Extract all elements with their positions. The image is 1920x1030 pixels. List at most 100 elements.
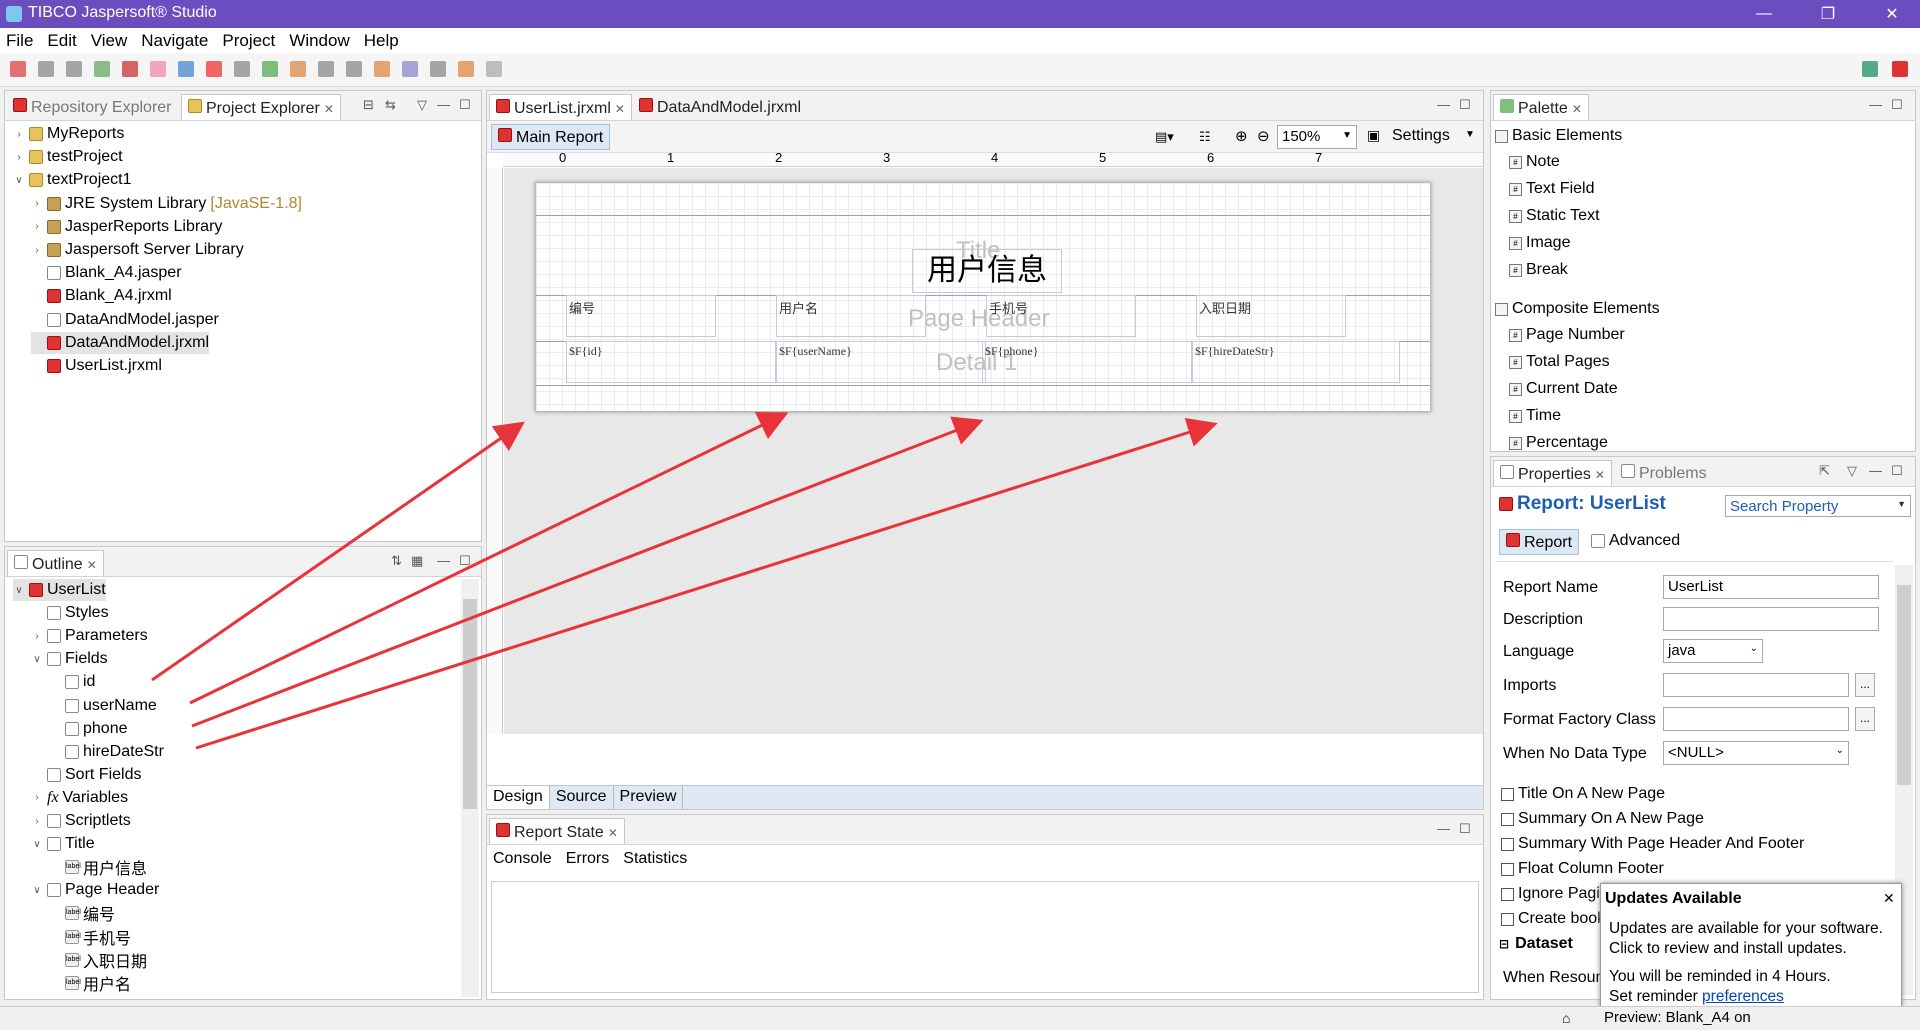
zoom-out-icon[interactable]: ⊖ [1257, 127, 1270, 145]
tree-item[interactable]: label 用户信息 [49, 856, 147, 878]
menu-help[interactable]: Help [364, 31, 399, 51]
preferences-link[interactable]: preferences [1702, 988, 1784, 1005]
toolbar-icon[interactable] [262, 61, 278, 77]
outline-scrollbar[interactable] [461, 579, 479, 997]
tree-item[interactable]: Sort Fields [31, 764, 141, 786]
minimize-icon[interactable]: — [1736, 0, 1792, 28]
tree-item[interactable]: UserList.jrxml [31, 355, 162, 377]
chevron-right-icon[interactable]: › [13, 129, 25, 140]
checkbox[interactable] [1501, 887, 1514, 901]
chevron-down-icon[interactable]: ∨ [13, 175, 25, 186]
toolbar-icon[interactable] [402, 61, 418, 77]
tab-problems[interactable]: Problems [1615, 460, 1713, 486]
tree-item[interactable]: Blank_A4.jrxml [31, 285, 172, 307]
outline-mode-icon[interactable]: ▦ [411, 553, 423, 569]
browse-button[interactable]: ... [1855, 673, 1875, 697]
toolbar-icon[interactable] [178, 61, 194, 77]
palette-section[interactable]: Composite Elements [1495, 298, 1660, 320]
tab-source[interactable]: Source [550, 786, 614, 809]
grid-icon[interactable]: ☷ [1199, 129, 1211, 145]
header-label[interactable]: 手机号 [986, 295, 1136, 337]
property-input[interactable] [1663, 607, 1879, 631]
toolbar-icon[interactable] [430, 61, 446, 77]
chevron-down-icon[interactable]: ∨ [13, 585, 25, 596]
main-report-tab[interactable]: Main Report [491, 124, 611, 150]
scrollbar-thumb[interactable] [1897, 585, 1911, 785]
toolbar-icon[interactable] [122, 61, 138, 77]
tree-item[interactable]: label 手机号 [49, 926, 131, 948]
close-tab-icon[interactable]: ✕ [1595, 468, 1605, 482]
tree-item[interactable]: › JRE System Library [JavaSE-1.8] [31, 193, 302, 215]
chevron-down-icon[interactable]: ∨ [31, 885, 43, 896]
menu-window[interactable]: Window [289, 31, 349, 51]
tree-item[interactable]: › Jaspersoft Server Library [31, 239, 243, 261]
toolbar-icon[interactable] [150, 61, 166, 77]
tree-item[interactable]: › JasperReports Library [31, 216, 222, 238]
minimize-view-icon[interactable]: — [1869, 463, 1882, 478]
palette-item[interactable]: # Text Field [1509, 178, 1594, 200]
toolbar-icon[interactable] [206, 61, 222, 77]
property-checkbox[interactable]: Summary On A New Page [1501, 810, 1704, 828]
view-menu-icon[interactable]: ▽ [1847, 463, 1857, 479]
maximize-view-icon[interactable]: ☐ [1891, 463, 1903, 479]
pin-icon[interactable]: ⇱ [1819, 463, 1830, 479]
settings-dropdown-icon[interactable]: ▼ [1465, 129, 1475, 140]
tab-userlist-jrxml[interactable]: UserList.jrxml ✕ [489, 94, 632, 120]
header-label[interactable]: 入职日期 [1196, 295, 1346, 337]
tab-design[interactable]: Design [487, 786, 550, 809]
view-menu-icon[interactable]: ▽ [417, 97, 427, 113]
close-tab-icon[interactable]: ✕ [87, 558, 97, 572]
maximize-icon[interactable]: ❐ [1800, 0, 1856, 28]
property-input[interactable]: java ⌄ [1663, 639, 1763, 663]
tree-item[interactable]: ∨ textProject1 [13, 169, 131, 191]
toolbar-icon[interactable] [346, 61, 362, 77]
chevron-right-icon[interactable]: › [31, 816, 43, 827]
checkbox[interactable] [1501, 912, 1514, 926]
tree-item[interactable]: › Scriptlets [31, 810, 130, 832]
tree-item[interactable]: Blank_A4.jasper [31, 262, 182, 284]
tree-item[interactable]: id [49, 671, 95, 693]
menu-navigate[interactable]: Navigate [141, 31, 208, 51]
tree-item[interactable]: › testProject [13, 146, 122, 168]
tab-statistics[interactable]: Statistics [623, 850, 687, 868]
property-checkbox[interactable]: Summary With Page Header And Footer [1501, 835, 1804, 853]
tree-item[interactable]: label 编号 [49, 902, 115, 924]
property-input[interactable]: UserList [1663, 575, 1879, 599]
palette-section[interactable]: Basic Elements [1495, 125, 1622, 147]
tree-item[interactable]: ∨ UserList [13, 579, 106, 601]
close-tab-icon[interactable]: ✕ [324, 102, 334, 116]
toolbar-icon[interactable] [234, 61, 250, 77]
tree-item[interactable]: DataAndModel.jrxml [31, 331, 210, 354]
tree-item[interactable]: ∨ Title [31, 833, 94, 855]
palette-item[interactable]: # Total Pages [1509, 351, 1610, 373]
tab-project-explorer[interactable]: Project Explorer ✕ [181, 94, 341, 120]
maximize-view-icon[interactable]: ☐ [1459, 821, 1471, 837]
tree-item[interactable]: userName [49, 695, 157, 717]
property-input[interactable]: <NULL> ⌄ [1663, 741, 1849, 765]
menu-edit[interactable]: Edit [47, 31, 76, 51]
subtab-report[interactable]: Report [1499, 529, 1580, 555]
palette-item[interactable]: # Current Date [1509, 378, 1618, 400]
menu-project[interactable]: Project [222, 31, 275, 51]
toolbar-icon[interactable] [66, 61, 82, 77]
palette-item[interactable]: # Static Text [1509, 205, 1600, 227]
tree-item[interactable]: › MyReports [13, 123, 124, 145]
text-field[interactable]: $F{phone} [982, 341, 1192, 383]
palette-item[interactable]: # Page Number [1509, 324, 1625, 346]
tree-item[interactable]: Styles [31, 602, 109, 624]
minimize-view-icon[interactable]: — [1437, 821, 1450, 836]
close-tab-icon[interactable]: ✕ [1572, 102, 1582, 116]
maximize-view-icon[interactable]: ☐ [1891, 97, 1903, 113]
palette-item[interactable]: # Time [1509, 405, 1561, 427]
sort-icon[interactable]: ⇅ [391, 553, 402, 569]
zoom-select[interactable]: 150% ▼ [1277, 125, 1357, 149]
text-field[interactable]: $F{id} [566, 341, 776, 383]
search-property-input[interactable]: Search Property ▼ [1725, 495, 1911, 517]
updates-notification[interactable]: Updates Available ✕ Updates are availabl… [1600, 883, 1902, 1011]
tab-errors[interactable]: Errors [566, 850, 610, 868]
tab-dataandmodel-jrxml[interactable]: DataAndModel.jrxml [633, 94, 807, 120]
tree-item[interactable]: DataAndModel.jasper [31, 309, 219, 331]
tab-repository-explorer[interactable]: Repository Explorer [7, 94, 178, 120]
design-canvas[interactable]: Title 用户信息 Page Header Detail 1 编号 用户名 手机号… [504, 168, 1483, 734]
subtab-advanced[interactable]: Advanced [1591, 532, 1680, 550]
